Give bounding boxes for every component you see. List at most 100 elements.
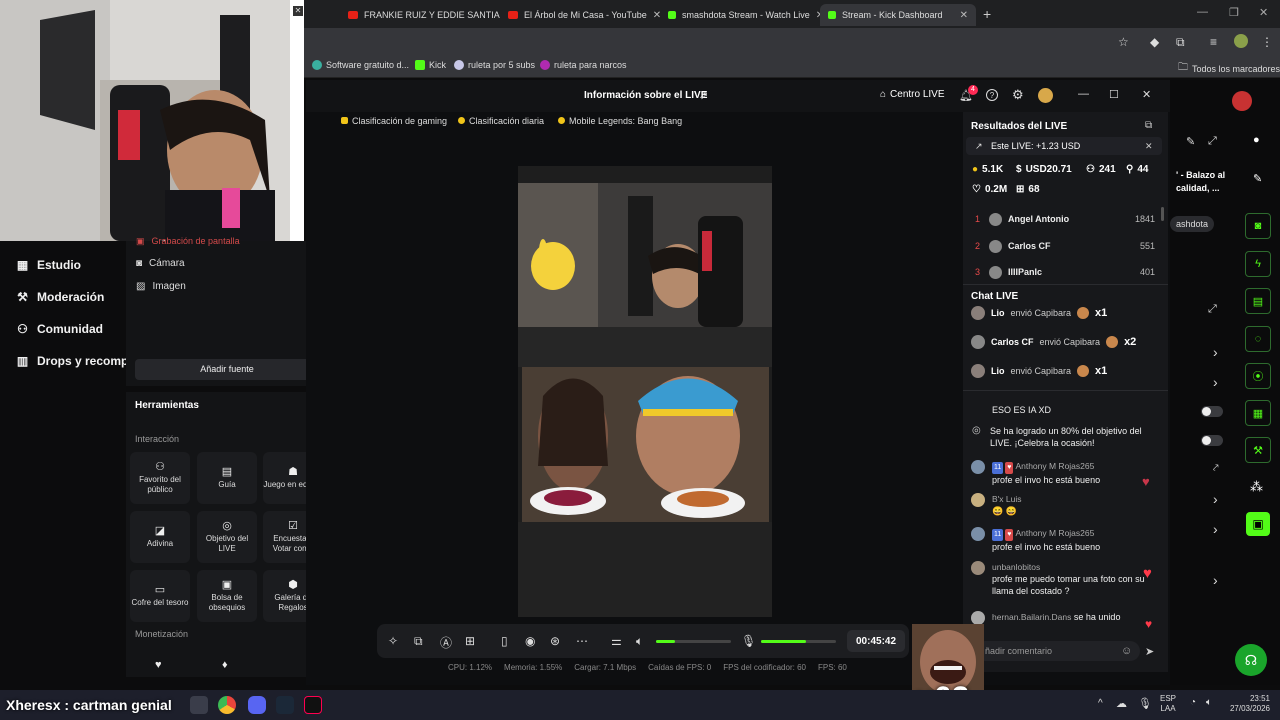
profile-avatar[interactable]	[1234, 34, 1248, 48]
lightning-icon[interactable]: ϟ	[1245, 251, 1271, 277]
layout-icon[interactable]: ⧉	[414, 634, 423, 649]
chevron-right-icon[interactable]: ›	[1213, 572, 1218, 588]
record-icon[interactable]: ◉	[525, 634, 535, 648]
phone-icon[interactable]: ▯	[501, 634, 508, 648]
info-icon[interactable]: ●	[1253, 134, 1260, 146]
ranking-row[interactable]: 2 Carlos CF 551	[975, 238, 1155, 254]
minimize-button[interactable]: —	[1197, 6, 1208, 18]
send-icon[interactable]: ➤	[1145, 645, 1154, 658]
magic-icon[interactable]: ✧	[388, 634, 398, 648]
microphone-icon[interactable]: 🎙︎	[1138, 697, 1152, 710]
headset-icon[interactable]: ☊	[1235, 644, 1267, 676]
maximize-button[interactable]: ❐	[1229, 6, 1239, 19]
bookmark-ruleta-subs[interactable]: ruleta por 5 subs	[454, 60, 535, 70]
bookmark-kick[interactable]: Kick	[415, 60, 446, 70]
chevron-right-icon[interactable]: ›	[1213, 344, 1218, 360]
chrome-icon[interactable]	[218, 696, 236, 714]
expand-icon[interactable]: ⤢	[1208, 303, 1217, 316]
ranking-row[interactable]: 3 IIIIPanIc 401	[975, 264, 1155, 280]
heart-icon[interactable]: ♥	[155, 659, 162, 671]
microphone-icon[interactable]: 🎙︎	[741, 634, 756, 648]
nav-moderacion[interactable]: ⚒ Moderación	[16, 290, 104, 304]
bookmark-folder[interactable]: 🗀 Todos los marcadores	[1178, 60, 1280, 77]
close-icon[interactable]: ✕	[960, 10, 968, 21]
emoji-icon[interactable]: ☺	[1121, 645, 1132, 657]
clock[interactable]: 23:51 27/03/2026	[1228, 694, 1270, 714]
ranking-row[interactable]: 1 Angel Antonio 1841	[975, 211, 1155, 227]
avatar[interactable]	[1038, 88, 1053, 103]
mixer-icon[interactable]: ⚌	[611, 634, 622, 648]
mic-slider[interactable]	[761, 640, 836, 643]
chip-diaria[interactable]: Clasificación diaria	[458, 114, 544, 127]
wifi-icon[interactable]: ◔	[1190, 697, 1196, 708]
wrench-icon[interactable]: ⚒	[1245, 437, 1271, 463]
nav-drops[interactable]: ▥ Drops y recomp	[16, 354, 129, 368]
camera-switch-icon[interactable]: ⊛	[550, 634, 560, 648]
nav-estudio[interactable]: ▦ Estudio	[16, 258, 81, 272]
expand-icon[interactable]: ⤢	[1208, 135, 1217, 148]
tiktok-live-icon[interactable]	[304, 696, 322, 714]
dots-icon[interactable]: ⁂	[1250, 479, 1263, 495]
tab-frankie[interactable]: FRANKIE RUIZ Y EDDIE SANTIAGO	[340, 4, 500, 26]
chevron-right-icon[interactable]: ›	[1213, 521, 1218, 537]
tab-kick-dashboard[interactable]: Stream - Kick Dashboard ✕	[820, 4, 976, 26]
share-icon[interactable]: ⇗	[699, 89, 708, 102]
storage-icon[interactable]: ▦	[1245, 400, 1271, 426]
help-icon[interactable]: ?	[986, 89, 998, 101]
camera-icon[interactable]: ◙	[1245, 213, 1271, 239]
toggle-switch[interactable]	[1201, 435, 1223, 446]
tab-arbol[interactable]: El Árbol de Mi Casa - YouTube ✕	[500, 4, 660, 26]
puzzle-icon[interactable]: ⧉	[1176, 35, 1185, 50]
tool-objetivo[interactable]: ◎ Objetivo del LIVE	[197, 511, 257, 563]
chip-mlbb[interactable]: Mobile Legends: Bang Bang	[558, 114, 682, 127]
tool-cofre[interactable]: ▭ Cofre del tesoro	[130, 570, 190, 622]
kick-app-icon[interactable]: ▣	[1246, 512, 1270, 536]
gear-icon[interactable]: ⚙	[1012, 87, 1024, 103]
speaker-icon[interactable]: 🔈︎	[1206, 697, 1212, 708]
network-icon[interactable]: ☁	[1116, 697, 1127, 710]
chart-icon[interactable]: ⤤	[1213, 463, 1219, 474]
clipboard-icon[interactable]: ▤	[1245, 288, 1271, 314]
tool-adivina[interactable]: ◪ Adivina	[130, 511, 190, 563]
close-window-button[interactable]: ✕	[1259, 6, 1268, 19]
extension-icon[interactable]: ◆	[1150, 35, 1159, 49]
language-indicator[interactable]: ESP LAA	[1160, 694, 1176, 714]
more-icon[interactable]: ⋯	[576, 634, 588, 648]
bookmark-software[interactable]: Software gratuito d...	[312, 60, 409, 70]
discord-icon[interactable]	[248, 696, 266, 714]
chevron-up-icon[interactable]: ^	[1098, 698, 1103, 709]
category-tag[interactable]: ashdota	[1170, 216, 1215, 232]
tool-favorito[interactable]: ⚇ Favorito del público	[130, 452, 190, 504]
close-icon[interactable]: ✕	[1145, 141, 1153, 152]
app-icon[interactable]	[190, 696, 208, 714]
edit-icon[interactable]: ✎	[1253, 172, 1262, 185]
popout-icon[interactable]: ⧉	[1145, 120, 1152, 131]
scrollbar[interactable]	[1161, 207, 1164, 221]
flame-icon[interactable]: ♦	[222, 659, 228, 671]
star-icon[interactable]: ☆	[1118, 35, 1129, 49]
broadcast-icon[interactable]: ⦿	[1245, 363, 1271, 389]
maximize-button[interactable]: ☐	[1109, 88, 1119, 101]
chat-icon[interactable]: ◌	[1245, 326, 1271, 352]
chip-gaming[interactable]: Clasificación de gaming	[341, 114, 447, 127]
avatar[interactable]	[1232, 91, 1252, 111]
source-screen-recording[interactable]: ▣ Grabación de pantalla	[136, 236, 240, 246]
add-source-button[interactable]: Añadir fuente	[135, 359, 319, 380]
menu-icon[interactable]: ⋮	[1261, 35, 1273, 49]
speaker-icon[interactable]: 🔈︎	[636, 634, 643, 649]
ai-icon[interactable]: Ⓐ	[440, 634, 452, 651]
close-icon[interactable]: ✕	[293, 6, 303, 16]
tool-guia[interactable]: ▤ Guía	[197, 452, 257, 504]
close-window-button[interactable]: ✕	[1142, 88, 1151, 101]
media-icon[interactable]: ≡	[1210, 35, 1217, 49]
new-tab-button[interactable]: +	[983, 6, 991, 22]
add-icon[interactable]: ⊞	[465, 634, 475, 648]
steam-icon[interactable]	[276, 696, 294, 714]
chevron-right-icon[interactable]: ›	[1213, 374, 1218, 390]
source-camera[interactable]: ◙ Cámara	[136, 258, 185, 269]
bookmark-ruleta-narcos[interactable]: ruleta para narcos	[540, 60, 627, 70]
centro-live-button[interactable]: ⌂ Centro LIVE	[880, 89, 945, 100]
chevron-right-icon[interactable]: ›	[1213, 491, 1218, 507]
edit-icon[interactable]: ✎	[1186, 135, 1195, 148]
source-image[interactable]: ▨ Imagen	[136, 281, 186, 292]
